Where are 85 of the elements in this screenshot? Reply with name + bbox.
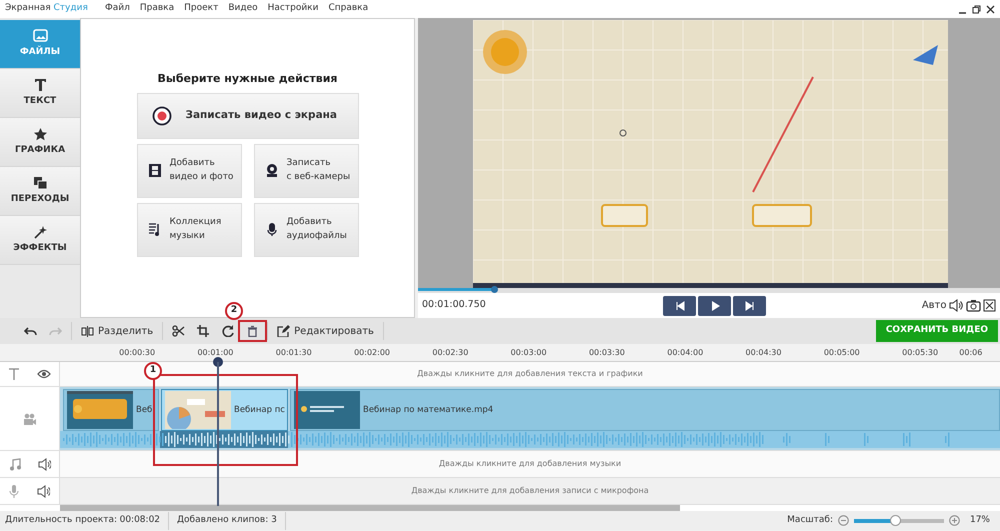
- camera-icon: [22, 412, 36, 424]
- record-screen-button[interactable]: Записать видео с экрана: [136, 92, 358, 138]
- action-button[interactable]: Добавить видео и фото: [136, 144, 242, 198]
- time-label: 00:04:00: [666, 347, 704, 359]
- action-button[interactable]: Записать с веб-камеры: [254, 144, 358, 198]
- next-button[interactable]: [733, 296, 766, 316]
- time-label: 00:03:00: [510, 347, 548, 359]
- close-icon[interactable]: [986, 4, 995, 14]
- track-hint[interactable]: Дважды кликните для добавления музыки: [438, 458, 622, 470]
- time-label: 00:02:30: [431, 347, 470, 359]
- image-icon: [32, 28, 48, 43]
- crop-icon: [197, 325, 210, 337]
- zoom-in-icon[interactable]: [948, 515, 960, 526]
- magic-wand-icon: [32, 224, 48, 239]
- time-display: 00:01:00.750: [422, 298, 487, 312]
- scissors-icon: [172, 325, 186, 337]
- track-hint[interactable]: Дважды кликните для добавления текста и графики: [417, 368, 643, 380]
- zoom-slider-handle[interactable]: [890, 514, 902, 526]
- undo-icon: [24, 325, 37, 337]
- project-duration: 00:08:02: [120, 514, 160, 527]
- music-list-icon: [148, 222, 162, 237]
- menu-item[interactable]: Справка: [328, 2, 368, 16]
- menu-item[interactable]: Файл: [105, 2, 130, 16]
- sidebar-tab[interactable]: ТЕКСТ: [0, 69, 80, 118]
- music-icon[interactable]: [8, 458, 20, 470]
- rotate-icon: [222, 325, 236, 337]
- quality-selector[interactable]: Авто: [922, 298, 946, 313]
- webcam-icon: [264, 163, 278, 178]
- panel-heading: Выберите нужные действия: [158, 71, 338, 87]
- sidebar-tab[interactable]: ГРАФИКА: [0, 118, 80, 167]
- clip-title: Вебинар пс: [234, 404, 285, 416]
- sidebar-tab[interactable]: ПЕРЕХОДЫ: [0, 167, 80, 216]
- edit-button[interactable]: Редактировать: [271, 322, 380, 340]
- video-clip[interactable]: Вебинар по математике.mp4: [290, 389, 1000, 431]
- track-hint[interactable]: Дважды кликните для добавления записи с микрофона: [411, 485, 649, 497]
- split-icon: [81, 325, 94, 337]
- menu-item[interactable]: Проект: [184, 2, 218, 16]
- next-icon: [744, 300, 756, 312]
- volume-icon[interactable]: [37, 484, 50, 498]
- sidebar-tab[interactable]: ЭФФЕКТЫ: [0, 216, 80, 265]
- zoom-label: Масштаб:: [787, 514, 833, 527]
- time-label: 00:01:00: [196, 347, 234, 359]
- time-label: 00:05:30: [901, 347, 940, 359]
- fullscreen-icon[interactable]: [983, 299, 996, 312]
- trash-icon: [247, 325, 258, 337]
- clip-title: Веб: [136, 404, 152, 416]
- project-duration-label: Длительность проекта:: [5, 514, 118, 527]
- clips-count: Добавлено клипов: 3: [177, 514, 277, 527]
- time-label: 00:03:30: [588, 347, 626, 359]
- restore-icon[interactable]: [972, 4, 981, 14]
- redo-icon: [49, 325, 62, 337]
- volume-icon[interactable]: [949, 299, 963, 312]
- time-label: 00:02:00: [353, 347, 391, 359]
- layers-icon: [32, 176, 48, 190]
- play-button[interactable]: [698, 296, 731, 316]
- menu-item[interactable]: Видео: [228, 2, 258, 16]
- app-title: Экранная Студия: [5, 2, 89, 16]
- previous-icon: [674, 300, 686, 312]
- action-button[interactable]: Добавить аудиофайлы: [254, 202, 358, 256]
- time-label: 00:05:00: [822, 347, 861, 359]
- time-label: 00:04:30: [744, 347, 782, 359]
- edit-icon: [277, 325, 290, 337]
- zoom-value: 17%: [970, 514, 990, 527]
- menu-item[interactable]: Правка: [140, 2, 174, 16]
- record-icon: [152, 106, 172, 126]
- eye-icon[interactable]: [36, 369, 51, 379]
- zoom-out-icon[interactable]: [838, 515, 849, 526]
- text-tool-icon[interactable]: [8, 368, 20, 380]
- microphone-icon: [264, 222, 278, 237]
- camera-icon[interactable]: [966, 299, 980, 312]
- video-clip[interactable]: Вебинар пс: [161, 389, 288, 431]
- time-label: 00:01:30: [274, 347, 313, 359]
- time-label: 00:00:30: [118, 347, 156, 359]
- text-icon: [32, 78, 48, 92]
- action-button[interactable]: Коллекция музыки: [136, 202, 242, 256]
- time-label: 00:06: [959, 347, 982, 359]
- video-clip[interactable]: Веб: [63, 389, 159, 431]
- split-button[interactable]: Разделить: [75, 322, 160, 340]
- volume-icon[interactable]: [38, 458, 50, 470]
- highlight-frame: [238, 320, 267, 342]
- clip-title: Вебинар по математике.mp4: [363, 404, 494, 416]
- menu-item[interactable]: Настройки: [268, 2, 318, 16]
- film-icon: [148, 163, 162, 178]
- previous-button[interactable]: [663, 296, 696, 316]
- star-icon: [32, 126, 48, 141]
